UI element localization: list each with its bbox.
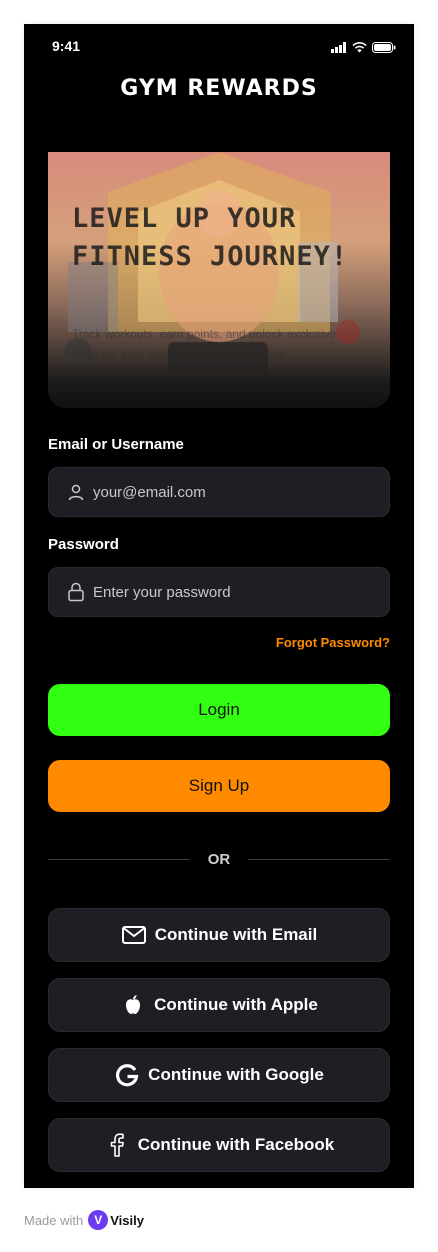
continue-email-button[interactable]: Continue with Email: [48, 908, 390, 962]
continue-google-label: Continue with Google: [148, 1065, 324, 1084]
hero-subtext: Track workouts, earn points, and unlock …: [72, 327, 337, 361]
continue-google-button[interactable]: Continue with Google: [48, 1048, 390, 1102]
mail-icon: [121, 922, 147, 948]
or-divider: OR: [48, 850, 390, 870]
hero-banner: LEVEL UP YOUR FITNESS JOURNEY! Track wor…: [48, 152, 390, 408]
hero-headline: LEVEL UP YOUR FITNESS JOURNEY!: [72, 203, 349, 272]
apple-icon: [120, 992, 146, 1018]
divider-line-right: [248, 859, 390, 860]
visily-brand[interactable]: Visily: [110, 1213, 144, 1228]
gym-illustration: [64, 152, 360, 372]
status-time: 9:41: [52, 38, 81, 54]
facebook-icon: [104, 1132, 130, 1158]
continue-facebook-button[interactable]: Continue with Facebook: [48, 1118, 390, 1172]
continue-apple-button[interactable]: Continue with Apple: [48, 978, 390, 1032]
continue-facebook-label: Continue with Facebook: [137, 1135, 335, 1154]
wifi-icon: [352, 40, 367, 58]
status-icons: [331, 40, 396, 58]
phone-screen: 9:41 GYM REWARDS LEVEL UP YOUR FITNESS J…: [24, 24, 414, 1188]
battery-icon: [372, 40, 396, 58]
user-icon: [65, 481, 87, 503]
email-field[interactable]: [48, 467, 390, 517]
password-label: Password: [48, 536, 119, 553]
password-field[interactable]: [48, 567, 390, 617]
continue-email-label: Continue with Email: [154, 925, 318, 944]
visily-logo-icon: V: [88, 1210, 109, 1230]
password-input[interactable]: [93, 583, 353, 601]
google-icon: [114, 1062, 140, 1088]
forgot-password-link[interactable]: Forgot Password?: [276, 635, 390, 650]
email-label: Email or Username: [48, 436, 184, 453]
email-input[interactable]: [93, 483, 353, 501]
made-with-footer: Made with V Visily: [24, 1210, 144, 1230]
continue-apple-label: Continue with Apple: [154, 995, 318, 1014]
lock-icon: [65, 581, 87, 603]
signal-icon: [331, 40, 347, 58]
app-title: GYM REWARDS: [120, 76, 318, 101]
signup-button[interactable]: Sign Up: [48, 760, 390, 812]
made-with-text: Made with: [24, 1212, 84, 1228]
login-button[interactable]: Login: [48, 684, 390, 736]
